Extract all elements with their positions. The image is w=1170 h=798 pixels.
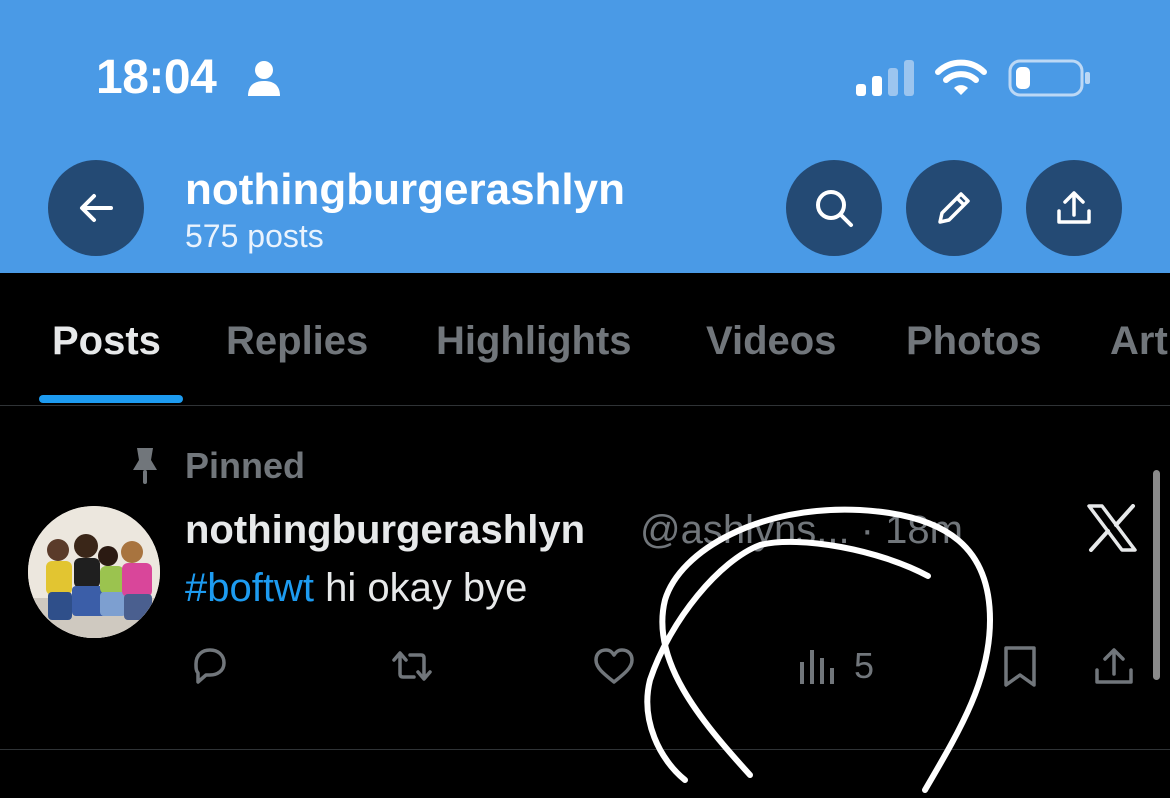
tab-photos[interactable]: Photos [906,317,1042,365]
pinned-label: Pinned [185,445,306,486]
tab-highlights[interactable]: Highlights [436,317,632,365]
tab-articles[interactable]: Art [1110,317,1168,365]
bookmark-button[interactable] [996,640,1044,692]
share-upload-icon [1057,191,1091,224]
search-icon [816,190,853,227]
like-icon [594,648,634,684]
post-text: #boftwt hi okay bye [185,564,527,612]
like-button[interactable] [590,640,638,692]
tab-posts[interactable]: Posts [52,317,161,365]
reply-icon [194,648,226,684]
views-icon [800,650,834,684]
bookmark-icon [1004,646,1036,687]
post-body: hi okay bye [313,566,528,610]
hashtag-link[interactable]: #boftwt [185,566,314,610]
pin-icon [133,448,157,484]
edit-pencil-icon [938,192,970,224]
repost-button[interactable] [388,640,436,692]
post-count: 575 posts [185,218,324,254]
wifi-icon [935,59,987,95]
profile-tabs: Posts Replies Highlights Videos Photos A… [0,273,1170,406]
repost-icon [392,651,432,681]
post-handle-time: @ashlyns... · 18m [640,508,963,552]
reply-button[interactable] [186,640,234,692]
profile-name: nothingburgerashlyn [185,165,625,214]
share-icon [1095,648,1133,684]
share-post-button[interactable] [1090,640,1138,692]
post-author-name[interactable]: nothingburgerashlyn [185,506,585,554]
back-button[interactable] [48,160,144,256]
tab-videos[interactable]: Videos [706,317,836,365]
status-time: 18:04 [96,51,217,104]
views-count: 5 [854,645,875,686]
views-button[interactable]: 5 [794,640,874,692]
tab-replies[interactable]: Replies [226,317,368,365]
share-button[interactable] [1026,160,1122,256]
avatar[interactable] [28,506,160,638]
profile-header: 18:04 nothingburgerashlyn 575 posts [0,0,1170,273]
x-logo-icon [1087,504,1137,552]
active-tab-indicator [39,395,183,403]
post-divider [0,749,1170,750]
search-button[interactable] [786,160,882,256]
battery-icon [1008,59,1090,97]
scrollbar[interactable] [1153,470,1160,680]
person-icon [248,61,280,96]
cellular-signal-icon [856,60,914,96]
edit-button[interactable] [906,160,1002,256]
back-arrow-icon [80,194,113,222]
avatar-photo [28,506,160,638]
